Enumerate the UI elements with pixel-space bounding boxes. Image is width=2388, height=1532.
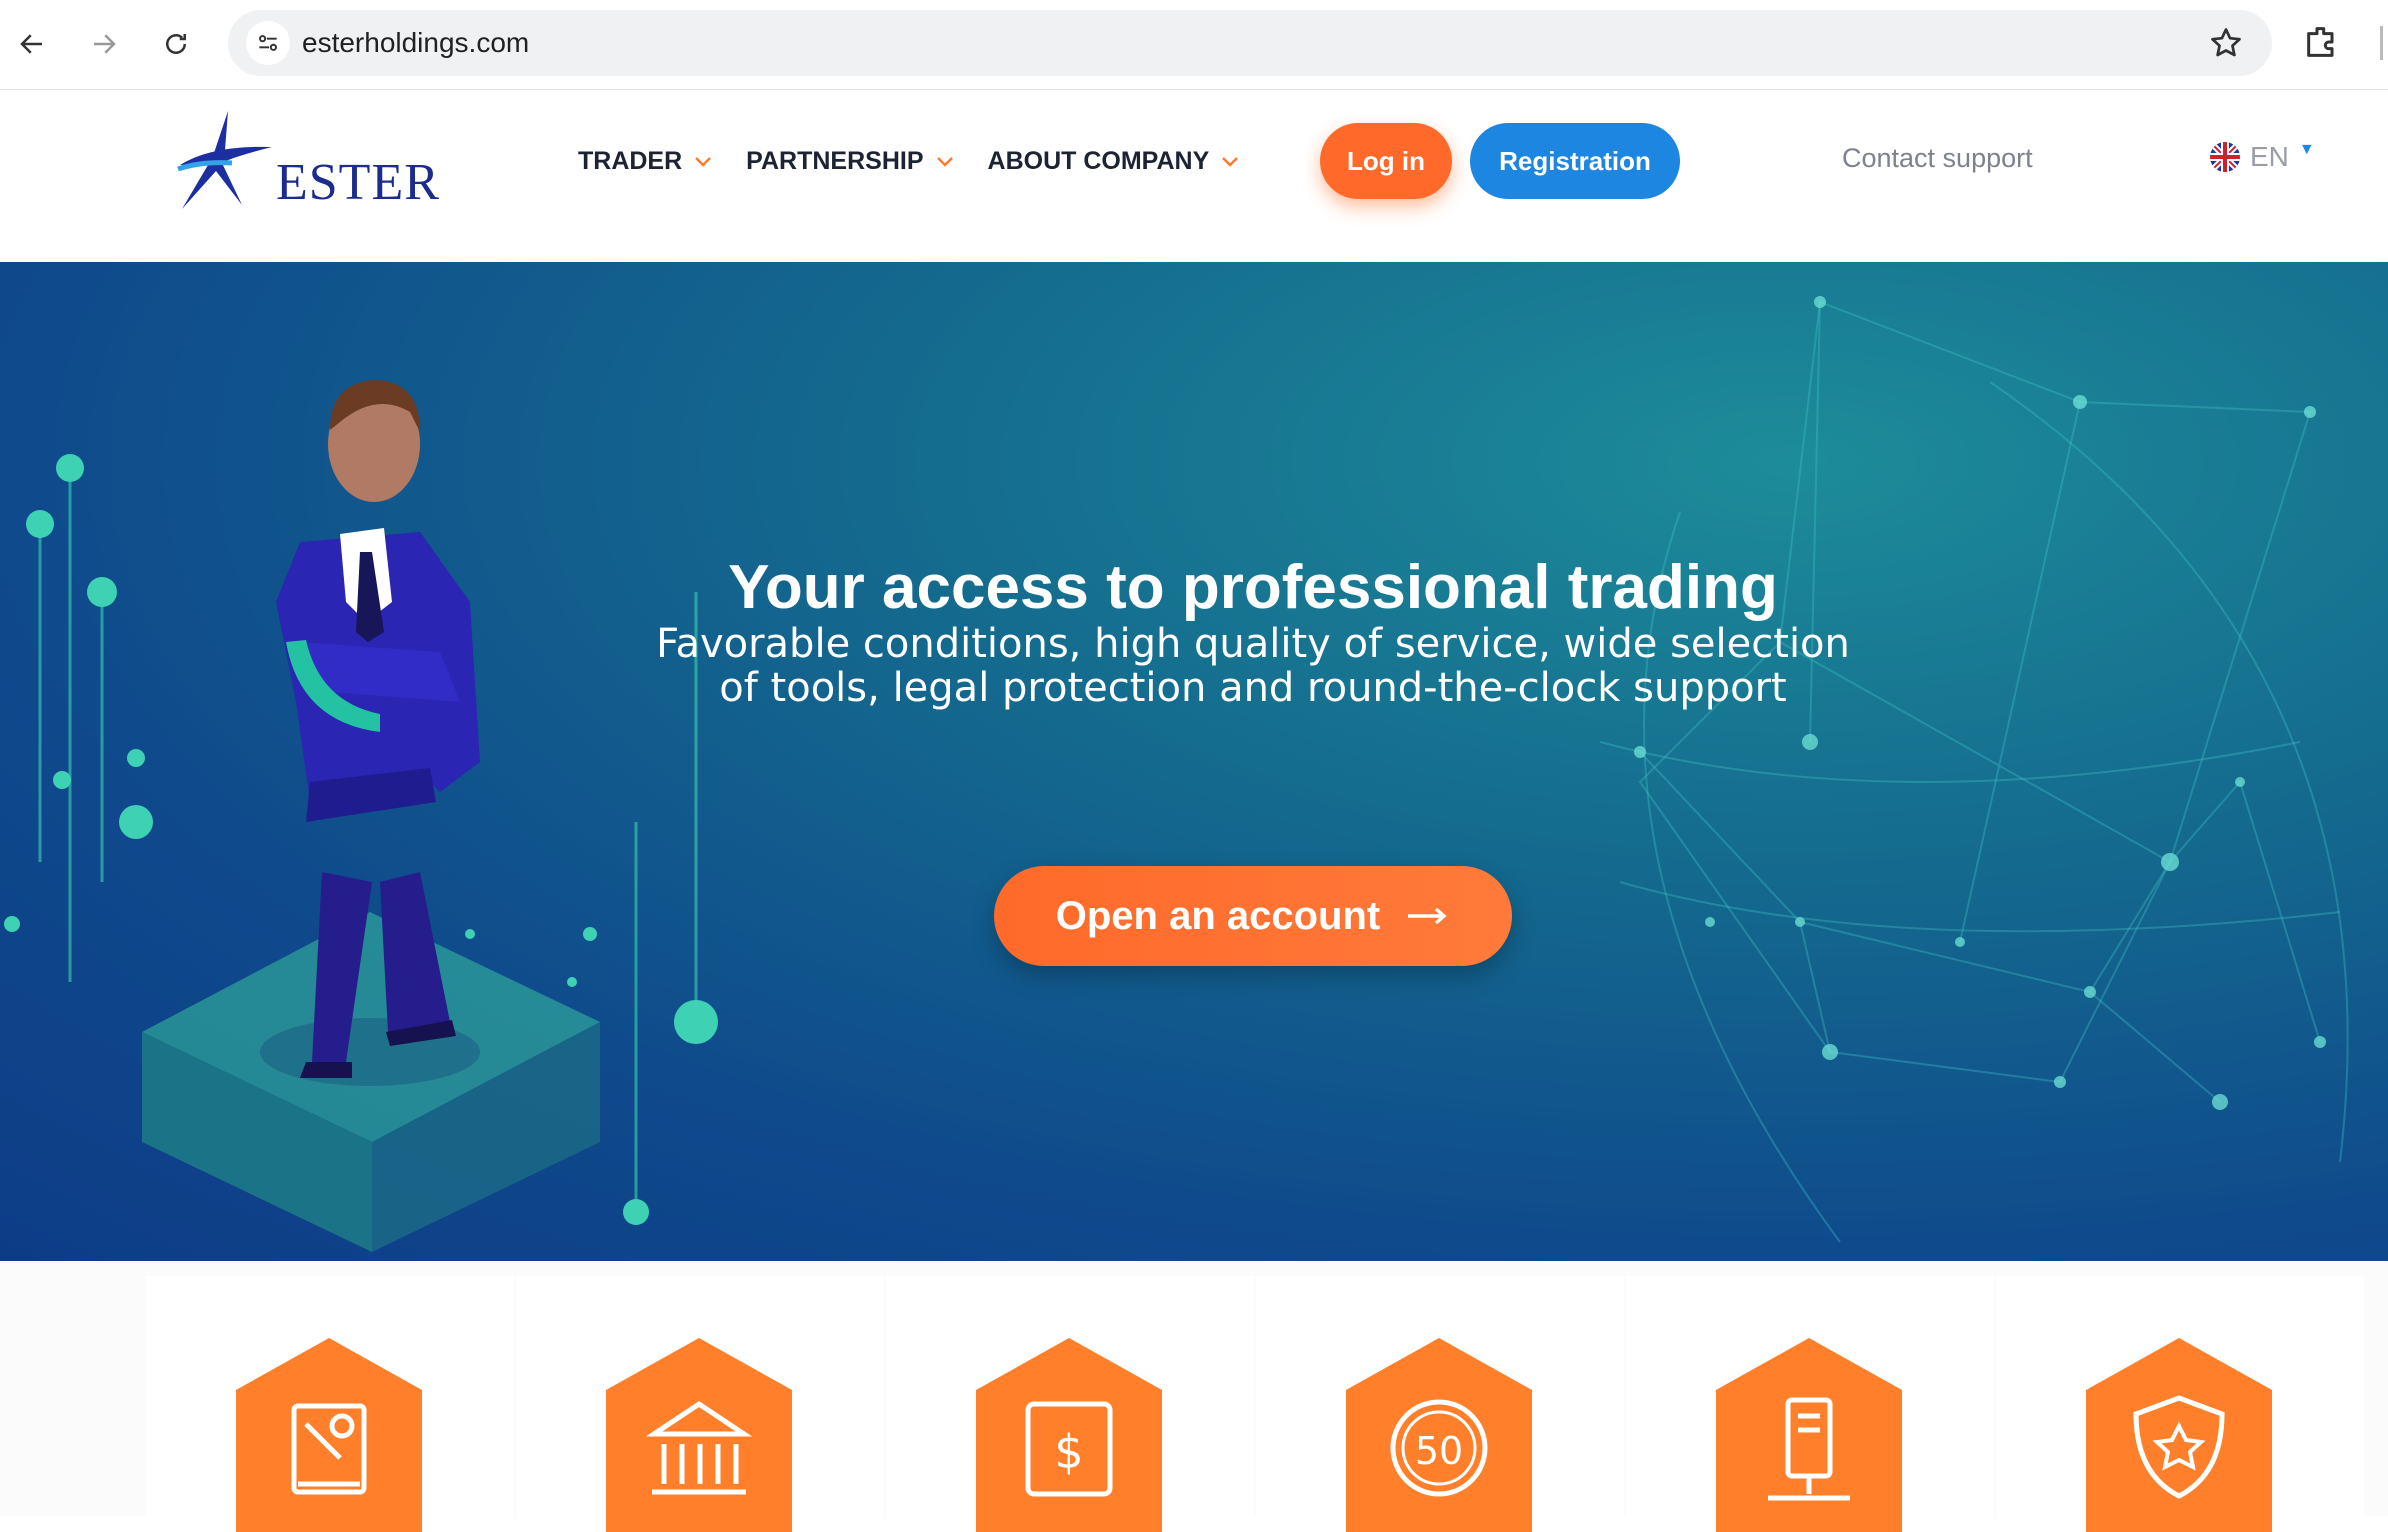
reload-button[interactable] <box>152 20 200 68</box>
arrow-right-icon <box>94 34 116 54</box>
svg-text:$: $ <box>1054 1425 1083 1479</box>
menu-about-company[interactable]: ABOUT COMPANY <box>988 147 1240 176</box>
chevron-down-icon <box>936 156 953 167</box>
bank-icon[interactable] <box>606 1338 792 1532</box>
site-info-button[interactable] <box>246 21 290 65</box>
feature-card: 50 <box>1256 1276 1624 1532</box>
svg-text:50: 50 <box>1415 1429 1463 1473</box>
extensions-icon[interactable] <box>2302 22 2342 62</box>
tune-icon <box>259 35 277 51</box>
network-globe-icon <box>1599 300 2349 1243</box>
menu-trader[interactable]: TRADER <box>578 147 712 176</box>
feature-card <box>516 1276 884 1532</box>
shield-star-icon[interactable] <box>2086 1338 2272 1532</box>
window-edge <box>2380 26 2383 60</box>
menu-partnership[interactable]: PARTNERSHIP <box>746 147 953 176</box>
feature-card: $ <box>886 1276 1254 1532</box>
manual-icon[interactable] <box>236 1338 422 1532</box>
hero-title: Your access to professional trading <box>728 553 1778 622</box>
url-text[interactable]: esterholdings.com <box>302 27 529 59</box>
open-account-label: Open an account <box>1055 893 1381 938</box>
hero-subtitle: Favorable conditions, high quality of se… <box>0 622 2388 710</box>
logo-text: ESTER <box>276 154 440 211</box>
menu-label: PARTNERSHIP <box>746 147 924 175</box>
chevron-down-icon <box>695 156 712 167</box>
exchange-icon[interactable]: $ <box>976 1338 1162 1532</box>
caret-down-icon: ▼ <box>2298 141 2315 158</box>
login-button[interactable]: Log in <box>1320 123 1452 199</box>
server-icon[interactable] <box>1716 1338 1902 1532</box>
feature-card <box>1626 1276 1994 1532</box>
main-menu: TRADER PARTNERSHIP ABOUT COMPANY <box>578 147 1239 176</box>
back-button[interactable] <box>8 20 56 68</box>
features-section: $ 50 <box>0 1262 2388 1532</box>
fifty-icon[interactable]: 50 <box>1346 1338 1532 1532</box>
arrow-right-icon <box>1408 907 1447 925</box>
site-header: ESTER TRADER PARTNERSHIP ABOUT COMPANY L… <box>0 91 2388 261</box>
star-swoosh-icon <box>177 111 272 209</box>
language-code: EN <box>2250 141 2289 172</box>
hero-banner: Your access to professional trading Favo… <box>0 262 2388 1261</box>
language-selector[interactable]: EN ▼ <box>2210 141 2315 173</box>
arrow-left-icon <box>20 34 42 54</box>
contact-support-link[interactable]: Contact support <box>1842 143 2033 174</box>
hero-subtitle-line: of tools, legal protection and round-the… <box>719 665 1787 711</box>
uk-flag-icon <box>2210 142 2240 172</box>
forward-button[interactable] <box>80 20 128 68</box>
ester-logo[interactable]: ESTER <box>172 105 439 215</box>
menu-label: TRADER <box>578 147 683 175</box>
bookmark-star-icon[interactable] <box>2208 25 2244 61</box>
browser-toolbar: esterholdings.com <box>0 0 2388 90</box>
chevron-down-icon <box>1222 156 1239 167</box>
address-bar[interactable]: esterholdings.com <box>228 10 2272 76</box>
hero-subtitle-line: Favorable conditions, high quality of se… <box>656 621 1850 667</box>
reload-icon <box>166 34 186 54</box>
open-account-button[interactable]: Open an account <box>994 866 1512 966</box>
registration-button[interactable]: Registration <box>1470 123 1680 199</box>
menu-label: ABOUT COMPANY <box>987 147 1210 175</box>
feature-card <box>1996 1276 2364 1532</box>
hero-illustration <box>4 296 2349 1252</box>
feature-card <box>146 1276 514 1532</box>
